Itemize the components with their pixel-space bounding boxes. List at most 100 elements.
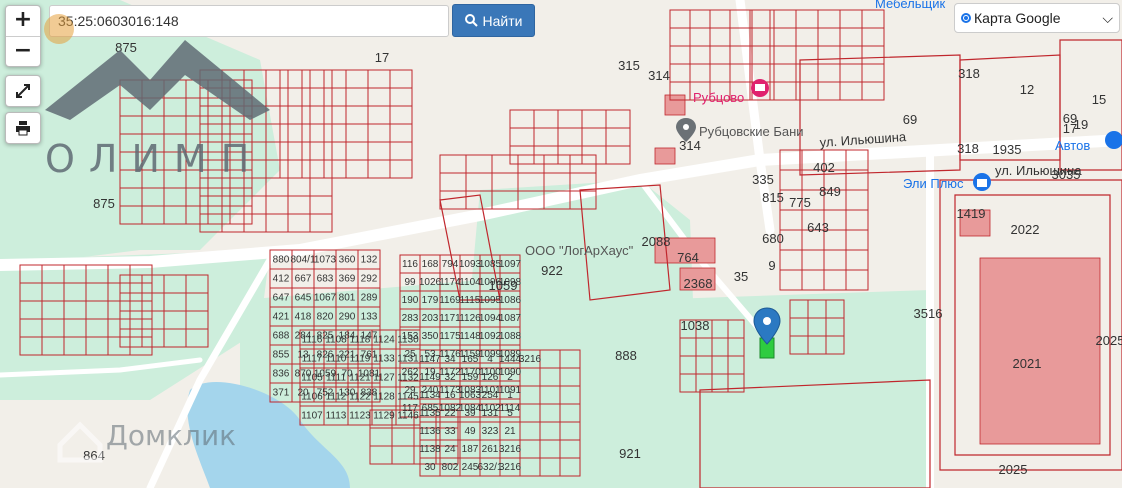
parcel-number: 764: [677, 250, 699, 265]
parcel-number: 350: [422, 331, 439, 342]
parcel-number: 1119: [350, 354, 371, 365]
parcel-number: 1026: [419, 277, 442, 288]
parcel-number: 1134: [419, 390, 441, 401]
parcel-number: 820: [317, 312, 334, 323]
parcel-number: 688: [273, 331, 290, 342]
parcel-number: 412: [273, 274, 290, 285]
parcel-number: 49: [464, 426, 476, 437]
printer-icon: [16, 121, 30, 136]
parcel-number: 5: [507, 408, 513, 419]
parcel-number: 402: [813, 160, 835, 175]
parcel-number: 16: [444, 390, 456, 401]
parcel-number: 1063: [459, 390, 482, 401]
parcel-number: 1138: [419, 444, 441, 455]
parcel-number: 24: [444, 444, 456, 455]
parcel-number: 1121: [349, 373, 371, 384]
parcel-number: 131: [482, 408, 499, 419]
parcel-number: 261: [482, 444, 499, 455]
parcel-number: 1038: [681, 318, 710, 333]
parcel-number: 2368: [684, 276, 713, 291]
parcel-number: 1127: [373, 373, 395, 384]
map-layer-select[interactable]: Карта Google ⌵: [954, 3, 1120, 33]
svg-text:Мебельщик: Мебельщик: [875, 0, 945, 11]
parcel-number: 190: [402, 295, 419, 306]
parcel-number: 1171: [439, 313, 461, 324]
parcel-number: 245: [462, 462, 479, 473]
parcel-number: 2: [507, 372, 513, 383]
parcel-number: 39: [464, 408, 476, 419]
parcel-number: 418: [295, 312, 312, 323]
parcel-number: 804/1: [290, 255, 315, 266]
parcel-number: 318: [958, 66, 980, 81]
parcel-number: 1108: [325, 335, 347, 346]
street-label: ул. Ильюшина: [995, 163, 1082, 178]
parcel-number: 3216: [499, 462, 522, 473]
poi-eli-plus[interactable]: Эли Плюс: [903, 173, 991, 191]
parcel-number: 683: [317, 274, 334, 285]
parcel-number: 1113: [326, 411, 347, 422]
map-canvas[interactable]: 8751787510599228889218643143153143516202…: [0, 0, 1122, 488]
find-button[interactable]: Найти: [452, 4, 535, 37]
parcel-number: 1123: [349, 411, 371, 422]
fullscreen-button[interactable]: [5, 75, 41, 107]
parcel-number: 283: [402, 313, 419, 324]
print-button[interactable]: [5, 112, 41, 144]
parcel-number: 421: [273, 312, 290, 323]
parcel-number: 360: [339, 255, 356, 266]
parcel-number: 1132: [397, 373, 419, 384]
parcel-number: 1106: [301, 392, 323, 403]
cadastral-search-input[interactable]: 35:25:0603016:148: [49, 5, 449, 37]
parcel-number: 3216: [519, 354, 542, 365]
parcel-number: 3516: [914, 306, 943, 321]
parcel-number: 1136: [419, 426, 441, 437]
parcel-number: 69: [903, 112, 917, 127]
parcel-number: 1110: [326, 354, 347, 365]
parcel-number: 32: [444, 372, 456, 383]
parcel-number: 888: [615, 348, 637, 363]
expand-icon: [16, 84, 30, 98]
zoom-out-button[interactable]: −: [6, 37, 40, 67]
parcel-number: 371: [273, 388, 290, 399]
parcel-number: 22: [444, 408, 456, 419]
parcel-number: 836: [273, 369, 290, 380]
parcel-number: 133: [361, 312, 378, 323]
parcel-number: 1107: [301, 411, 323, 422]
parcel-number: 1146: [397, 411, 419, 422]
zoom-control: + −: [5, 5, 41, 67]
poi-mebelshchik[interactable]: Мебельщик: [875, 0, 945, 11]
svg-text:Рубцово: Рубцово: [693, 90, 744, 105]
parcel-number: 4: [487, 354, 493, 365]
parcel-number: 314: [648, 68, 670, 83]
poi-logarhaus[interactable]: ООО "ЛогАрХаус": [525, 243, 634, 258]
parcel-number: 1105: [301, 373, 323, 384]
parcel-number: 1111: [326, 373, 346, 384]
parcel-number: 875: [93, 196, 115, 211]
svg-text:Эли Плюс: Эли Плюс: [903, 176, 964, 191]
zoom-in-button[interactable]: +: [6, 6, 40, 37]
parcel-number: 1098: [499, 277, 522, 288]
parcel-number: 17: [1063, 121, 1077, 136]
parcel-number: 369: [339, 274, 356, 285]
parcel-number: 12: [1020, 82, 1034, 97]
parcel-number: 1116: [302, 335, 323, 346]
parcel-number: 187: [462, 444, 479, 455]
parcel-number: 1169: [439, 295, 461, 306]
parcel-number: 1112: [326, 392, 347, 403]
parcel-number: 2021: [1013, 356, 1042, 371]
parcel-number: 1175: [439, 331, 461, 342]
parcel-number: 849: [819, 184, 841, 199]
parcel-number: 1118: [350, 335, 371, 346]
parcel-number: 1133: [373, 354, 395, 365]
parcel-number: 1131: [397, 354, 419, 365]
parcel-number: 1: [507, 390, 513, 401]
parcel-number: 9: [768, 258, 775, 273]
parcel-number: 168: [422, 259, 439, 270]
parcel-number: 1149: [419, 372, 441, 383]
parcel-number: 33: [444, 426, 456, 437]
parcel-number: 1097: [499, 259, 522, 270]
parcel-number: 855: [273, 350, 290, 361]
parcel-number: 21: [504, 426, 516, 437]
parcel-number: 292: [361, 274, 378, 285]
parcel-number: 815: [762, 190, 784, 205]
parcel-number: 314: [679, 138, 701, 153]
